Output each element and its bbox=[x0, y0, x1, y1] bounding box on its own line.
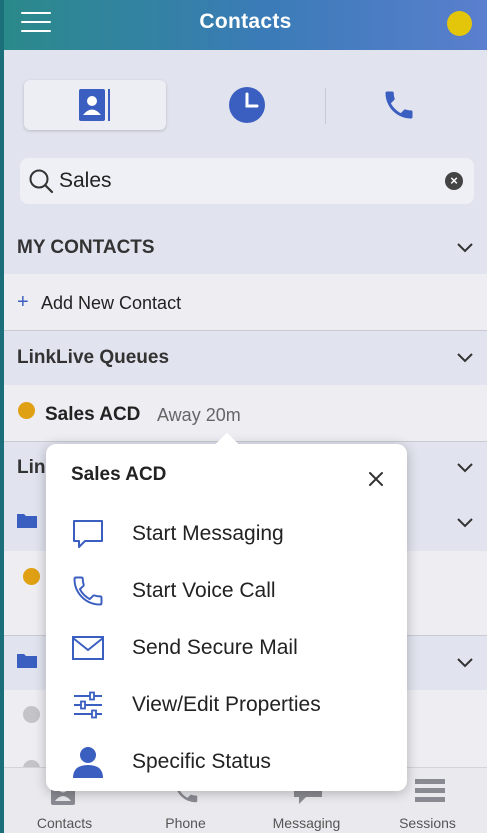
add-new-contact-link[interactable]: Add New Contact bbox=[41, 293, 181, 314]
clock-icon bbox=[228, 87, 265, 123]
folder-icon bbox=[17, 654, 37, 668]
phone-icon bbox=[73, 576, 103, 606]
folder-icon bbox=[17, 514, 37, 528]
segment-dialpad[interactable] bbox=[334, 80, 464, 130]
tab-label: Sessions bbox=[399, 815, 456, 831]
user-status-indicator[interactable] bbox=[447, 11, 472, 36]
menu-label: Start Voice Call bbox=[132, 579, 276, 602]
queue-status: Away 20m bbox=[157, 405, 241, 425]
mail-icon bbox=[72, 636, 104, 660]
phone-icon bbox=[385, 91, 413, 119]
presence-away-icon bbox=[23, 568, 40, 585]
sliders-icon bbox=[74, 691, 102, 719]
presence-offline-icon bbox=[23, 706, 40, 723]
segment-contacts[interactable] bbox=[24, 80, 166, 130]
section-my-contacts[interactable]: MY CONTACTS bbox=[4, 222, 487, 274]
plus-icon: + bbox=[17, 291, 29, 313]
section-title: MY CONTACTS bbox=[17, 237, 155, 258]
header-bar: Contacts bbox=[4, 0, 487, 50]
search-box[interactable]: Sales × bbox=[20, 158, 474, 204]
person-icon bbox=[73, 747, 103, 778]
contact-actions-popover: Sales ACD Start Messaging Start Voice Ca… bbox=[46, 432, 407, 791]
chevron-down-icon bbox=[457, 463, 473, 473]
popover-title: Sales ACD bbox=[71, 464, 167, 485]
start-messaging-item[interactable]: Start Messaging bbox=[46, 510, 407, 558]
segment-recent[interactable] bbox=[179, 80, 314, 130]
close-icon[interactable] bbox=[366, 469, 386, 489]
specific-status-item[interactable]: Specific Status bbox=[46, 738, 407, 786]
tab-label: Messaging bbox=[272, 815, 341, 831]
search-icon bbox=[29, 169, 54, 194]
chevron-down-icon bbox=[457, 353, 473, 363]
page-title: Contacts bbox=[199, 10, 292, 33]
contact-card-icon bbox=[79, 89, 110, 121]
search-input[interactable]: Sales bbox=[59, 169, 112, 193]
chevron-down-icon bbox=[457, 243, 473, 253]
section-title: LinkLive Queues bbox=[17, 347, 170, 368]
chevron-down-icon bbox=[457, 658, 473, 668]
segment-divider bbox=[325, 88, 326, 124]
tab-label: Contacts bbox=[36, 815, 93, 831]
section-linklive-queues[interactable]: LinkLive Queues bbox=[4, 331, 487, 385]
presence-away-icon bbox=[18, 402, 35, 419]
chat-bubble-icon bbox=[73, 520, 103, 548]
start-voice-call-item[interactable]: Start Voice Call bbox=[46, 567, 407, 615]
clear-search-icon[interactable]: × bbox=[445, 172, 463, 190]
chevron-down-icon bbox=[457, 518, 473, 528]
menu-label: Start Messaging bbox=[132, 522, 284, 545]
tab-label: Phone bbox=[165, 815, 206, 831]
menu-label: Send Secure Mail bbox=[132, 636, 298, 659]
app-root: Contacts Sales × MY CONTACTS + Add New C… bbox=[4, 0, 487, 833]
menu-label: View/Edit Properties bbox=[132, 693, 321, 716]
send-secure-mail-item[interactable]: Send Secure Mail bbox=[46, 624, 407, 672]
view-edit-properties-item[interactable]: View/Edit Properties bbox=[46, 681, 407, 729]
list-icon bbox=[415, 779, 445, 802]
queue-name: Sales ACD bbox=[45, 404, 141, 425]
menu-label: Specific Status bbox=[132, 750, 271, 773]
section-title: Lin bbox=[17, 457, 46, 478]
